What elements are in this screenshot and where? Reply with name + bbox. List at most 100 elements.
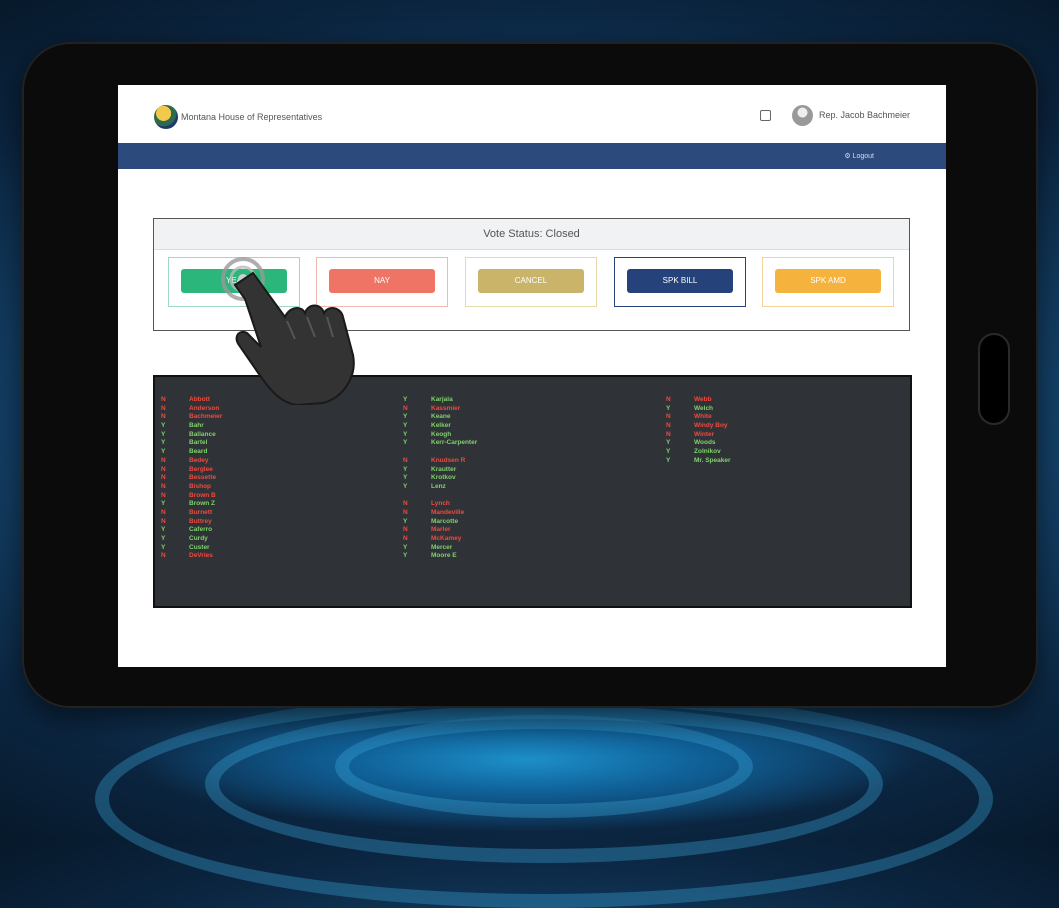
roster-member-name: Zolnikov — [694, 448, 721, 456]
roster-vote: N — [666, 422, 671, 430]
roster-row — [403, 492, 477, 501]
roster-vote: Y — [403, 482, 408, 490]
roster-row: N McKamey — [403, 535, 477, 544]
roster-member-name: Mercer — [431, 543, 453, 551]
roster-member-name: Brown B — [189, 491, 216, 499]
roster-member-name: Custer — [189, 543, 210, 551]
roster-member-name: Kerr-Carpenter — [431, 439, 478, 447]
nav-bar: ⚙ Logout — [118, 143, 946, 169]
roster-member-name: Brown Z — [189, 500, 215, 508]
roster-row: N Knudsen R — [403, 457, 477, 466]
roster-row: Y Brown Z — [161, 500, 222, 509]
top-bar: Montana House of Representatives Rep. Ja… — [118, 85, 946, 143]
vote-roster: N Abbott N Anderson N Bachmeier Y Bahr Y Ballance… — [153, 375, 912, 608]
roster-member-name: Marcotte — [431, 517, 459, 525]
roster-vote: Y — [161, 526, 166, 534]
roster-member-name: Buttrey — [189, 517, 212, 525]
roster-vote: Y — [161, 500, 166, 508]
roster-row: Y Mercer — [403, 544, 477, 553]
roster-member-name: White — [694, 413, 712, 421]
roster-vote: Y — [161, 535, 166, 542]
roster-row: N Bachmeier — [161, 413, 222, 422]
roster-row: Y Mr. Speaker — [666, 457, 731, 466]
roster-vote: N — [161, 508, 166, 516]
roster-member-name: Bartel — [189, 439, 208, 447]
roster-member-name: Anderson — [189, 404, 220, 412]
roster-member-name: Lenz — [431, 482, 446, 490]
roster-vote: N — [161, 552, 166, 560]
spk-amd-button-frame: SPK AMD — [762, 257, 894, 307]
logout-link[interactable]: ⚙ Logout — [844, 152, 874, 160]
roster-vote: N — [161, 491, 166, 499]
avatar[interactable] — [792, 105, 813, 126]
roster-vote: N — [666, 413, 671, 421]
roster-row: N Marler — [403, 526, 477, 535]
roster-row: Y Kerr-Carpenter — [403, 439, 477, 448]
roster-row: N Berglee — [161, 466, 222, 475]
roster-member-name: Lynch — [431, 500, 450, 508]
roster-row: Y Moore E — [403, 552, 477, 561]
roster-row: N Kassmier — [403, 405, 477, 414]
roster-column-1: N Abbott N Anderson N Bachmeier Y Bahr Y Ballance… — [161, 396, 222, 561]
spk-bill-button[interactable]: SPK BILL — [627, 269, 733, 293]
roster-vote: Y — [403, 422, 408, 430]
roster-vote: Y — [403, 552, 408, 560]
roster-member-name: Windy Boy — [694, 422, 728, 430]
roster-vote: Y — [403, 413, 408, 421]
roster-vote: N — [403, 535, 408, 542]
roster-member-name: DeVries — [189, 552, 213, 560]
roster-row: N Windy Boy — [666, 422, 731, 431]
roster-row: N Mandeville — [403, 509, 477, 518]
roster-vote: N — [666, 396, 671, 403]
roster-column-2: Y Karjala N Kassmier Y Keane Y Kelker Y Keogh Y Ker… — [403, 396, 477, 561]
cancel-button[interactable]: CANCEL — [478, 269, 584, 293]
roster-member-name: Welch — [694, 404, 714, 412]
roster-row: Y Lenz — [403, 483, 477, 492]
roster-row: Y Marcotte — [403, 518, 477, 527]
roster-row: N Burnett — [161, 509, 222, 518]
user-name[interactable]: Rep. Jacob Bachmeier — [819, 110, 910, 120]
roster-vote: N — [161, 482, 166, 490]
roster-row — [403, 448, 477, 457]
roster-row: Y Ballance — [161, 431, 222, 440]
roster-member-name: Kassmier — [431, 404, 461, 412]
roster-member-name: Beard — [189, 448, 208, 456]
roster-member-name: Kelker — [431, 422, 451, 430]
roster-vote: Y — [403, 465, 408, 473]
spk-bill-button-frame: SPK BILL — [614, 257, 746, 307]
roster-vote: Y — [161, 543, 166, 551]
roster-vote: Y — [666, 456, 671, 464]
roster-row: Y Krautter — [403, 466, 477, 475]
roster-row: Y Keogh — [403, 431, 477, 440]
roster-row: N Anderson — [161, 405, 222, 414]
roster-member-name: Bahr — [189, 422, 204, 430]
roster-vote: N — [666, 430, 671, 438]
roster-member-name: Karjala — [431, 396, 453, 403]
roster-member-name: Keogh — [431, 430, 452, 438]
roster-vote: N — [161, 517, 166, 525]
roster-vote: N — [161, 404, 166, 412]
roster-vote: Y — [161, 448, 166, 456]
roster-vote: N — [403, 456, 408, 464]
spk-amd-button[interactable]: SPK AMD — [775, 269, 881, 293]
roster-vote: N — [403, 508, 408, 516]
roster-member-name: Bishop — [189, 482, 212, 490]
roster-row: N Buttrey — [161, 518, 222, 527]
roster-vote: Y — [403, 430, 408, 438]
roster-row: Y Beard — [161, 448, 222, 457]
roster-row: Y Curdy — [161, 535, 222, 544]
roster-vote: N — [161, 413, 166, 421]
roster-row: Y Bahr — [161, 422, 222, 431]
roster-member-name: Krotkov — [431, 474, 456, 482]
roster-member-name: Caferro — [189, 526, 213, 534]
roster-vote: Y — [161, 430, 166, 438]
roster-vote: N — [161, 396, 166, 403]
roster-row: N DeVries — [161, 552, 222, 561]
roster-row: N Brown B — [161, 492, 222, 501]
fullscreen-icon[interactable] — [760, 110, 771, 121]
roster-vote: N — [403, 404, 408, 412]
roster-column-3: N Webb Y Welch N White N Windy Boy N Winter Y Woods… — [666, 396, 731, 466]
roster-row: Y Caferro — [161, 526, 222, 535]
roster-vote: Y — [161, 422, 166, 430]
pointing-hand-icon — [221, 257, 355, 405]
